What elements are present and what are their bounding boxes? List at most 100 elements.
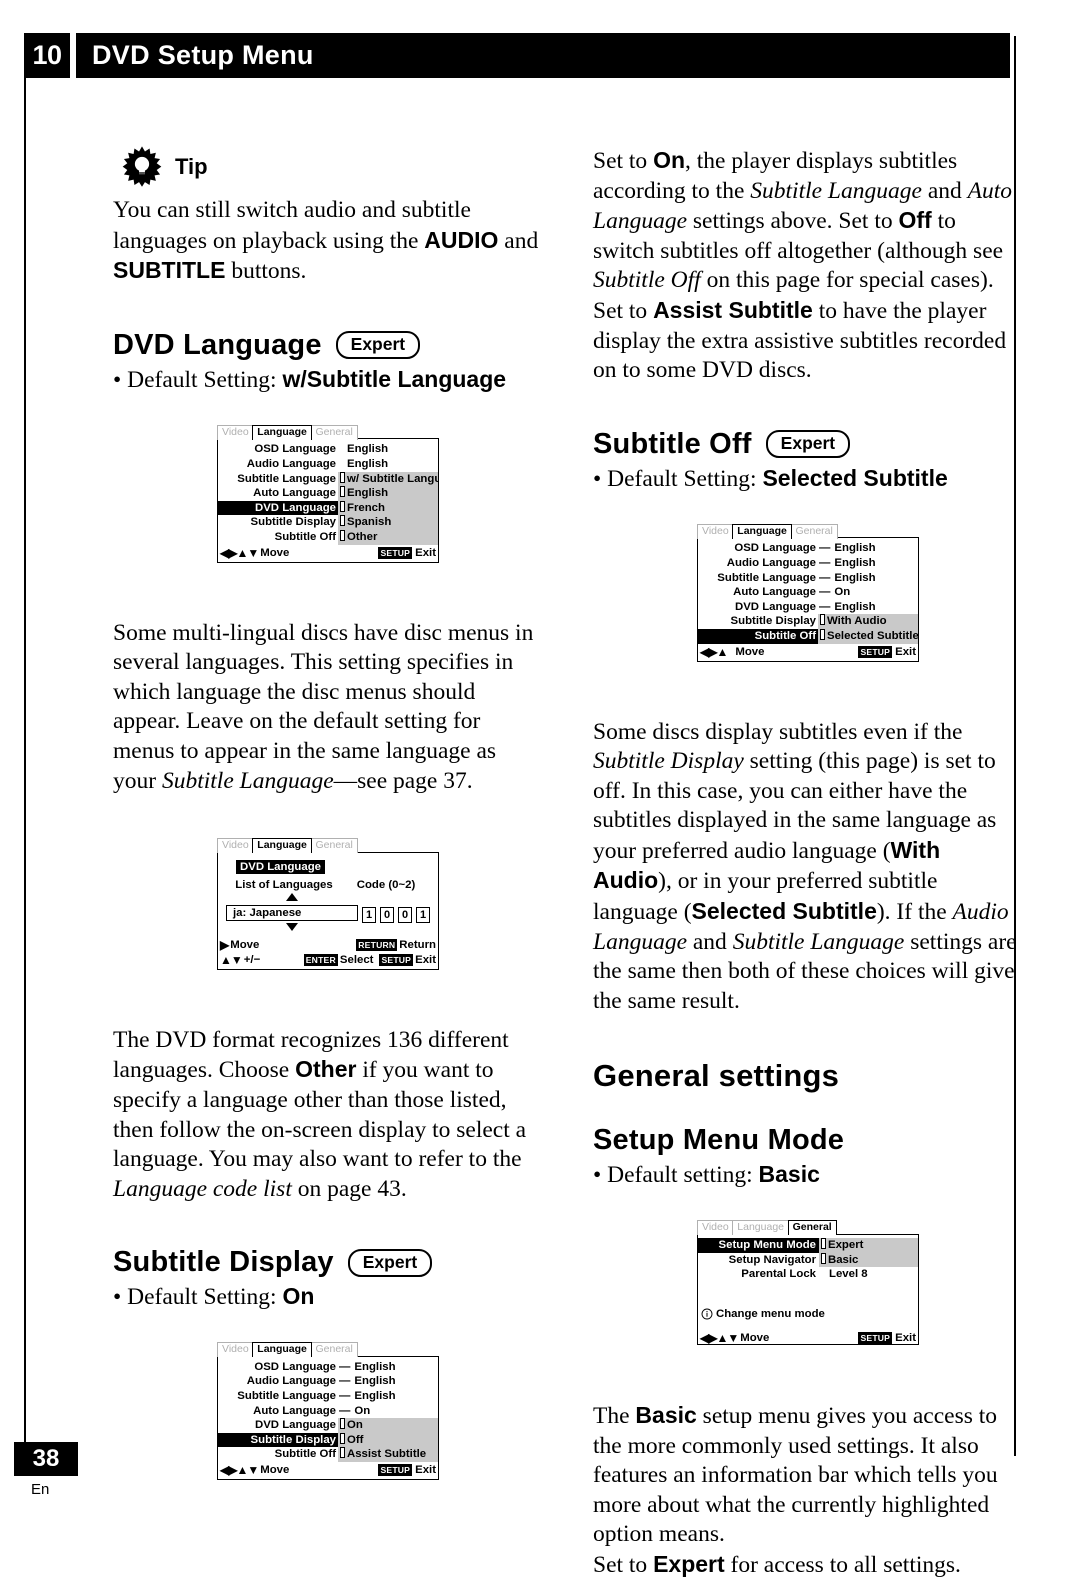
osd-body: Setup Menu Mode Expert Setup Navigator B…: [697, 1234, 919, 1346]
default-prefix: • Default Setting:: [113, 1284, 283, 1311]
tip-heading: Tip: [113, 146, 543, 188]
chapter-number: 10: [24, 33, 70, 78]
osd-footer: ◀▶▲ Move SETUP Exit: [698, 644, 918, 661]
osd-tab-language[interactable]: Language: [732, 1220, 789, 1236]
osd-row-label: DVD Language: [734, 600, 816, 613]
paragraph-expert-mode: Set to Expert for access to all settings…: [593, 1550, 1023, 1581]
osd-popup-item[interactable]: w/ Subtitle Language: [338, 471, 438, 487]
selection-bar-icon: [821, 1238, 826, 1250]
code-digit[interactable]: 1: [362, 906, 376, 923]
setup-key-icon[interactable]: SETUP: [378, 1464, 413, 1477]
osd-row-value: English: [834, 571, 876, 584]
osd-tab-language[interactable]: Language: [252, 1342, 312, 1358]
osd-tab-video[interactable]: Video: [217, 1342, 254, 1358]
setup-key-icon[interactable]: SETUP: [858, 1331, 893, 1344]
code-digit[interactable]: 0: [398, 906, 412, 923]
osd-row[interactable]: Auto Language — On: [218, 1404, 438, 1419]
dpad-arrows-icon: ◀▶▲▼: [220, 1463, 259, 1478]
osd-tab-language[interactable]: Language: [732, 523, 792, 539]
osd-tab-general[interactable]: General: [787, 1220, 837, 1236]
setup-key-icon[interactable]: SETUP: [379, 953, 414, 966]
selection-bar-icon: [340, 1447, 345, 1459]
osd-subtitle-off-menu: Video Language General OSD Language — En…: [697, 523, 919, 662]
osd-row-label: DVD Language: [218, 500, 339, 516]
dpad-arrows-icon: ◀▶▲▼: [220, 545, 259, 560]
osd-tab-language[interactable]: Language: [252, 424, 312, 440]
selected-language-field[interactable]: ja: Japanese: [226, 904, 358, 921]
osd-move-label: Move: [260, 1464, 290, 1477]
osd-row[interactable]: Auto Language — On: [698, 585, 918, 600]
osd-row-label: Subtitle Off: [698, 628, 819, 644]
osd-row[interactable]: DVD Language — English: [698, 600, 918, 615]
osd-popup-item[interactable]: With Audio: [818, 614, 918, 629]
setup-key-icon[interactable]: SETUP: [378, 546, 413, 559]
code-range-label: Code (0~2): [356, 878, 416, 891]
osd-row[interactable]: OSD Language — English: [698, 541, 918, 556]
paragraph-basic-mode: The Basic setup menu gives you access to…: [593, 1401, 1023, 1550]
osd-popup-item[interactable]: Selected Subtitle: [818, 628, 918, 644]
osd-row-highlighted[interactable]: Setup Menu Mode Expert: [698, 1238, 918, 1253]
selection-bar-icon: [340, 1432, 345, 1444]
enter-key-icon[interactable]: ENTER: [303, 953, 338, 966]
osd-tab-general[interactable]: General: [310, 1342, 358, 1358]
osd-row[interactable]: Parental Lock Level 8: [698, 1267, 918, 1282]
osd-tab-video[interactable]: Video: [217, 838, 254, 854]
paragraph-italic: Subtitle Display: [593, 748, 744, 775]
osd-row[interactable]: Subtitle Language — English: [698, 571, 918, 586]
setup-key-icon[interactable]: SETUP: [858, 645, 893, 658]
list-of-languages-label: List of Languages: [235, 878, 333, 891]
osd-row-value-text: Basic: [828, 1253, 859, 1266]
osd-body: OSD Language — English Audio Language — …: [697, 537, 919, 662]
osd-popup-item[interactable]: English: [338, 486, 438, 501]
osd-row-label: Subtitle Off: [274, 1448, 336, 1461]
down-arrow-icon[interactable]: [286, 922, 298, 931]
right-arrow-icon: ▶: [220, 937, 229, 952]
osd-row-label: Subtitle Language: [237, 1390, 336, 1403]
osd-row-dash: —: [339, 1390, 351, 1403]
osd-row[interactable]: Audio Language English: [218, 457, 438, 472]
osd-row[interactable]: Audio Language — English: [218, 1374, 438, 1389]
osd-tab-general[interactable]: General: [310, 424, 358, 440]
osd-footer: ◀▶▲▼ Move SETUP Exit: [218, 545, 438, 562]
osd-tab-language[interactable]: Language: [252, 838, 312, 854]
osd-tab-video[interactable]: Video: [697, 523, 734, 539]
up-arrow-icon[interactable]: [286, 892, 298, 901]
expert-badge: Expert: [347, 1248, 433, 1277]
osd-popup-item[interactable]: Other: [338, 529, 438, 545]
default-value: On: [282, 1283, 315, 1310]
osd-tab-bar: Video Language General: [217, 424, 439, 440]
osd-tab-general[interactable]: General: [310, 838, 358, 854]
paragraph-text: ). If the: [876, 899, 953, 926]
osd-popup-item[interactable]: On: [338, 1418, 438, 1433]
code-digit[interactable]: 0: [380, 906, 394, 923]
osd-row[interactable]: OSD Language — English: [218, 1360, 438, 1375]
paragraph-text: The: [593, 1403, 636, 1430]
osd-row[interactable]: Audio Language — English: [698, 556, 918, 571]
paragraph-bold: Off: [898, 207, 932, 234]
selection-bar-icon: [340, 515, 345, 527]
heading-label: Setup Menu Mode: [593, 1124, 845, 1157]
osd-row-value: English: [347, 457, 389, 470]
osd-popup-item[interactable]: French: [338, 500, 438, 516]
paragraph-text: —see page 37.: [333, 767, 473, 794]
selection-bar-icon: [340, 471, 345, 483]
return-key-icon[interactable]: RETURN: [356, 938, 398, 951]
osd-tab-video[interactable]: Video: [217, 424, 254, 440]
lightbulb-icon: [122, 146, 162, 187]
osd-footer: ◀▶▲▼ Move SETUP Exit: [698, 1330, 918, 1344]
osd-row-label: Subtitle Display: [730, 615, 816, 628]
osd-row[interactable]: OSD Language English: [218, 442, 438, 457]
heading-label: DVD Language: [113, 328, 322, 361]
osd-row-value: English: [354, 1375, 396, 1388]
tip-text-1: You can still switch audio and subtitle …: [113, 197, 471, 254]
osd-row[interactable]: Subtitle Language — English: [218, 1389, 438, 1404]
osd-tab-general[interactable]: General: [790, 523, 838, 539]
osd-row-value: English: [347, 443, 389, 456]
code-digit[interactable]: 1: [416, 906, 430, 923]
osd-popup-item[interactable]: Assist Subtitle: [338, 1447, 438, 1462]
osd-tab-video[interactable]: Video: [697, 1220, 734, 1236]
osd-popup-item[interactable]: Spanish: [338, 515, 438, 530]
osd-row[interactable]: Setup Navigator Basic: [698, 1252, 918, 1268]
osd-row-value: English: [834, 542, 876, 555]
osd-popup-item[interactable]: Off: [338, 1432, 438, 1448]
